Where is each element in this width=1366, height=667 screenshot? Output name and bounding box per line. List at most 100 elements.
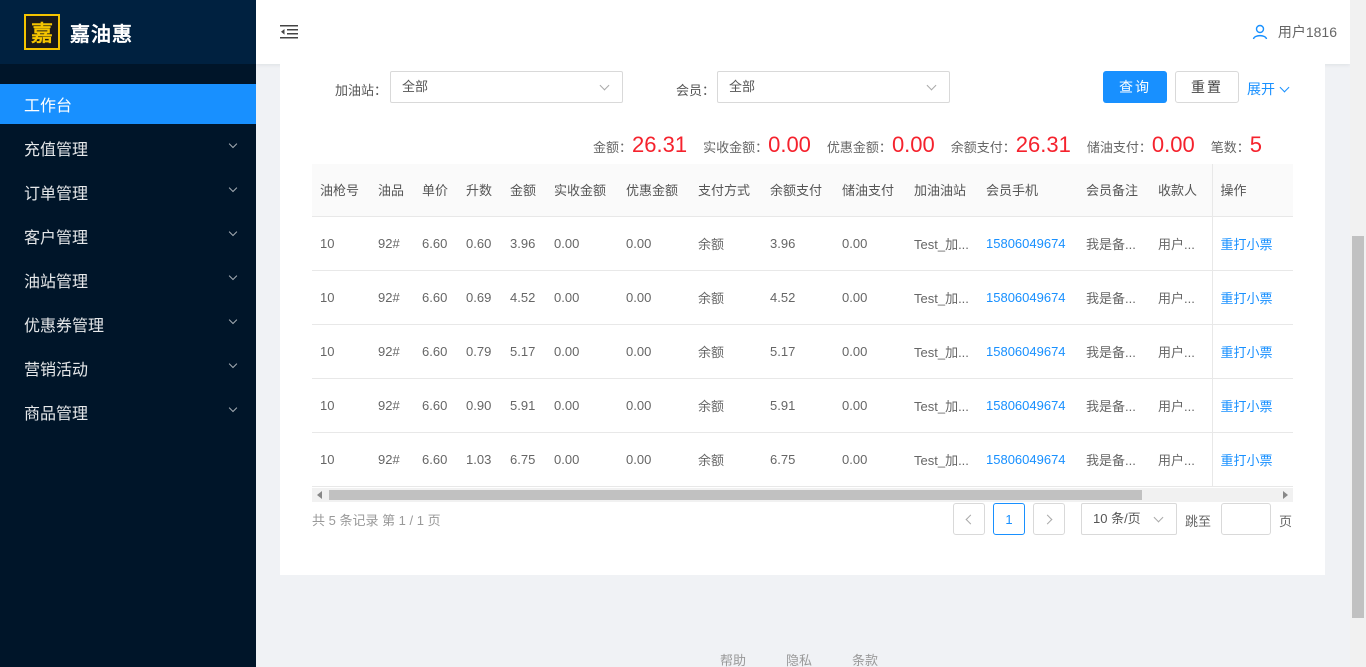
- summary-discount-label: 优惠金额：: [826, 140, 892, 155]
- table-cell: 0.00: [834, 432, 906, 487]
- member-phone-link[interactable]: 15806049674: [978, 378, 1078, 433]
- member-select[interactable]: 全部: [717, 71, 950, 103]
- table-cell: 0.00: [546, 324, 618, 379]
- sidebar-item-label: 营销活动: [24, 362, 89, 379]
- orders-table-container[interactable]: 油枪号 油品 单价 升数 金额 实收金额 优惠金额 支付方式 余额支付 储油支付…: [312, 164, 1293, 494]
- footer-link-terms[interactable]: 条款: [852, 650, 878, 667]
- member-phone-link[interactable]: 15806049674: [978, 432, 1078, 487]
- table-cell: 0.00: [834, 216, 906, 271]
- reprint-receipt-link[interactable]: 重打小票: [1211, 216, 1293, 271]
- table-cell: 3.96: [762, 216, 834, 271]
- chevron-down-icon: [228, 271, 238, 281]
- column-header: 加油油站: [906, 164, 978, 217]
- reprint-receipt-link[interactable]: 重打小票: [1211, 270, 1293, 325]
- sidebar-item-stations[interactable]: 油站管理: [0, 260, 256, 300]
- table-cell: 92#: [370, 378, 414, 433]
- table-cell: 92#: [370, 324, 414, 379]
- table-cell: 92#: [370, 270, 414, 325]
- chevron-down-icon: [1153, 512, 1164, 523]
- sidebar-item-products[interactable]: 商品管理: [0, 392, 256, 432]
- member-phone-link[interactable]: 15806049674: [978, 270, 1078, 325]
- jump-label: 跳至: [1185, 514, 1212, 529]
- sidebar-item-label: 工作台: [24, 98, 73, 115]
- table-cell: 我是备...: [1078, 324, 1150, 379]
- user-menu[interactable]: 用户1816: [1252, 22, 1337, 42]
- table-cell: Test_加...: [906, 378, 978, 433]
- top-header: 用户1816: [256, 0, 1350, 64]
- footer-link-privacy[interactable]: 隐私: [786, 650, 812, 667]
- expand-toggle[interactable]: 展开: [1247, 79, 1290, 99]
- orders-table: 油枪号 油品 单价 升数 金额 实收金额 优惠金额 支付方式 余额支付 储油支付…: [312, 164, 1293, 487]
- table-scrollbar-thumb[interactable]: [329, 490, 1142, 500]
- chevron-down-icon: [1279, 82, 1290, 92]
- member-select-value: 全部: [729, 79, 756, 94]
- table-cell: 0.00: [834, 378, 906, 433]
- reprint-receipt-link[interactable]: 重打小票: [1211, 432, 1293, 487]
- menu-fold-icon[interactable]: [280, 24, 300, 40]
- sidebar-item-label: 油站管理: [24, 274, 89, 291]
- jump-page-input[interactable]: [1221, 503, 1271, 535]
- scroll-right-icon[interactable]: [1283, 491, 1288, 499]
- page-suffix-label: 页: [1279, 514, 1293, 529]
- table-cell: 5.17: [762, 324, 834, 379]
- page-number-button[interactable]: 1: [993, 503, 1025, 535]
- table-cell: 余额: [690, 270, 762, 325]
- column-header: 升数: [458, 164, 502, 217]
- chevron-down-icon: [228, 227, 238, 237]
- column-header: 储油支付: [834, 164, 906, 217]
- table-cell: 0.60: [458, 216, 502, 271]
- table-cell: 1.03: [458, 432, 502, 487]
- table-cell: 0.00: [546, 378, 618, 433]
- member-phone-link[interactable]: 15806049674: [978, 324, 1078, 379]
- logo[interactable]: 嘉 嘉油惠: [0, 0, 256, 64]
- search-button[interactable]: 查询: [1103, 71, 1167, 103]
- reprint-receipt-link[interactable]: 重打小票: [1211, 378, 1293, 433]
- table-cell: 6.60: [414, 216, 458, 271]
- table-cell: 0.00: [546, 432, 618, 487]
- table-cell: 10: [312, 216, 370, 271]
- table-cell: 4.52: [502, 270, 546, 325]
- chevron-down-icon: [228, 315, 238, 325]
- summary-stored-label: 储油支付：: [1086, 140, 1152, 155]
- chevron-left-icon: [965, 514, 976, 524]
- sidebar-item-label: 充值管理: [24, 142, 89, 159]
- table-cell: 0.69: [458, 270, 502, 325]
- sidebar-item-label: 优惠券管理: [24, 318, 105, 335]
- page-scrollbar-thumb[interactable]: [1352, 236, 1364, 618]
- sidebar-item-label: 订单管理: [24, 186, 89, 203]
- column-header: 油枪号: [312, 164, 370, 217]
- sidebar-item-marketing[interactable]: 营销活动: [0, 348, 256, 388]
- next-page-button[interactable]: [1033, 503, 1065, 535]
- table-row: 10 92# 6.60 0.79 5.17 0.00 0.00 余额 5.17 0.00 Test_…: [312, 324, 1293, 379]
- summary-amount-value: 26.31: [632, 132, 688, 157]
- footer-link-help[interactable]: 帮助: [720, 650, 746, 667]
- table-horizontal-scrollbar[interactable]: [312, 488, 1293, 502]
- sidebar-menu: 工作台 充值管理 订单管理 客户管理 油站管理 优惠券管理 营销活动 商品管理: [0, 84, 256, 432]
- chevron-right-icon: [1042, 514, 1053, 524]
- page-size-select[interactable]: 10 条/页: [1081, 503, 1177, 535]
- reset-button[interactable]: 重置: [1175, 71, 1239, 103]
- page-scrollbar[interactable]: [1350, 0, 1366, 667]
- reprint-receipt-link[interactable]: 重打小票: [1211, 324, 1293, 379]
- table-cell: 我是备...: [1078, 432, 1150, 487]
- user-icon: [1252, 24, 1268, 40]
- sidebar-item-coupons[interactable]: 优惠券管理: [0, 304, 256, 344]
- station-select[interactable]: 全部: [390, 71, 623, 103]
- sidebar-item-workbench[interactable]: 工作台: [0, 84, 256, 124]
- member-phone-link[interactable]: 15806049674: [978, 216, 1078, 271]
- table-cell: 0.00: [618, 432, 690, 487]
- sidebar-item-customers[interactable]: 客户管理: [0, 216, 256, 256]
- sidebar-item-recharge[interactable]: 充值管理: [0, 128, 256, 168]
- sidebar-item-orders[interactable]: 订单管理: [0, 172, 256, 212]
- table-cell: 用户...: [1150, 216, 1212, 271]
- scroll-left-icon[interactable]: [317, 491, 322, 499]
- column-header: 实收金额: [546, 164, 618, 217]
- table-cell: 余额: [690, 324, 762, 379]
- table-cell: 0.00: [618, 216, 690, 271]
- prev-page-button[interactable]: [953, 503, 985, 535]
- table-cell: 3.96: [502, 216, 546, 271]
- sidebar-item-label: 客户管理: [24, 230, 89, 247]
- table-cell: 5.91: [762, 378, 834, 433]
- table-cell: 0.00: [546, 270, 618, 325]
- column-header: 会员备注: [1078, 164, 1150, 217]
